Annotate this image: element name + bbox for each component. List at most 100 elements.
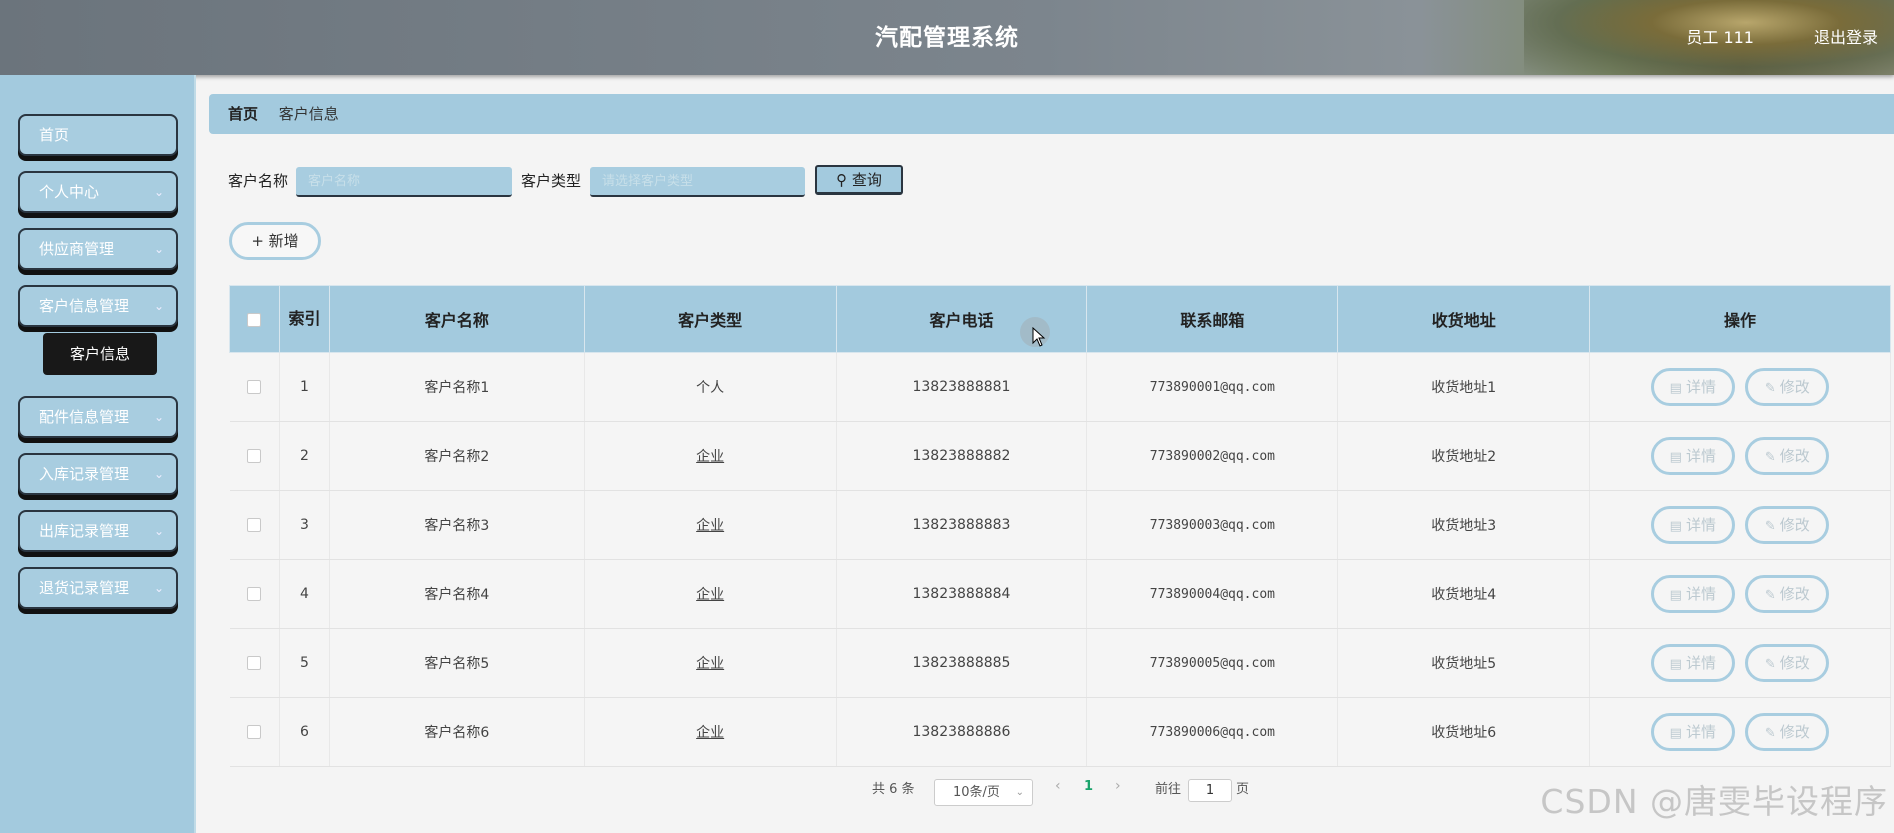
page-number[interactable]: 1 bbox=[1084, 779, 1093, 794]
address-cell: 收货地址1 bbox=[1337, 352, 1591, 422]
breadcrumb-current: 客户信息 bbox=[278, 105, 339, 123]
document-icon: ▤ bbox=[1669, 657, 1682, 672]
customer-type-cell: 企业 bbox=[584, 421, 837, 491]
row-checkbox[interactable] bbox=[247, 449, 262, 463]
address-cell: 收货地址5 bbox=[1337, 628, 1591, 698]
actions-cell: ▤ 详情 ✎ 修改 bbox=[1589, 697, 1891, 767]
customer-type-cell: 企业 bbox=[584, 628, 837, 698]
add-button-label: 新增 bbox=[268, 232, 299, 250]
detail-label: 详情 bbox=[1685, 378, 1716, 396]
chevron-down-icon: ⌄ bbox=[153, 242, 164, 256]
detail-label: 详情 bbox=[1685, 654, 1716, 672]
customer-name-cell: 客户名称2 bbox=[329, 421, 585, 491]
detail-button[interactable]: ▤ 详情 bbox=[1650, 437, 1735, 475]
row-select-cell bbox=[229, 697, 280, 767]
detail-label: 详情 bbox=[1685, 723, 1716, 741]
edit-label: 修改 bbox=[1779, 447, 1810, 465]
customer-name-cell: 客户名称4 bbox=[329, 559, 585, 629]
index-cell: 2 bbox=[279, 421, 330, 491]
edit-icon: ✎ bbox=[1764, 657, 1776, 672]
sidebar-item-returns[interactable]: 退货记录管理 ⌄ bbox=[18, 567, 178, 609]
select-all-cell bbox=[229, 285, 280, 353]
customer-name-label: 客户名称 bbox=[228, 172, 289, 190]
customer-name-cell: 客户名称1 bbox=[329, 352, 585, 422]
customer-type-cell: 企业 bbox=[584, 559, 837, 629]
email-cell: 773890004@qq.com bbox=[1086, 559, 1339, 629]
logout-link[interactable]: 退出登录 bbox=[1814, 24, 1878, 48]
next-page-icon[interactable]: › bbox=[1115, 778, 1121, 794]
row-checkbox[interactable] bbox=[247, 725, 262, 739]
detail-label: 详情 bbox=[1685, 585, 1716, 603]
customer-name-cell: 客户名称3 bbox=[329, 490, 585, 560]
chevron-down-icon: ⌄ bbox=[153, 524, 164, 538]
address-cell: 收货地址6 bbox=[1337, 697, 1591, 767]
edit-icon: ✎ bbox=[1764, 450, 1776, 465]
search-button[interactable]: ⚲ 查询 bbox=[815, 165, 903, 195]
row-checkbox[interactable] bbox=[247, 518, 262, 532]
sidebar-item-label: 配件信息管理 bbox=[39, 408, 130, 426]
customer-type-select[interactable] bbox=[590, 167, 805, 197]
detail-button[interactable]: ▤ 详情 bbox=[1650, 368, 1735, 406]
sidebar-subitem-customer-info[interactable]: 客户信息 bbox=[43, 333, 157, 375]
sidebar-item-home[interactable]: 首页 bbox=[18, 114, 178, 156]
edit-button[interactable]: ✎ 修改 bbox=[1745, 575, 1830, 613]
detail-button[interactable]: ▤ 详情 bbox=[1650, 713, 1735, 751]
sidebar-item-customer[interactable]: 客户信息管理 ⌄ bbox=[18, 285, 178, 327]
row-select-cell bbox=[229, 628, 280, 698]
chevron-down-icon: ⌄ bbox=[153, 410, 164, 424]
select-all-checkbox[interactable] bbox=[247, 313, 262, 327]
customer-phone-cell: 13823888885 bbox=[836, 628, 1088, 698]
actions-cell: ▤ 详情 ✎ 修改 bbox=[1589, 628, 1891, 698]
chevron-down-icon: ⌄ bbox=[1015, 787, 1024, 798]
sidebar-item-label: 客户信息管理 bbox=[39, 297, 130, 315]
sidebar-item-inbound[interactable]: 入库记录管理 ⌄ bbox=[18, 453, 178, 495]
column-header: 客户类型 bbox=[583, 285, 837, 353]
row-checkbox[interactable] bbox=[247, 656, 262, 670]
table-row: 5 客户名称5 企业 13823888885 773890005@qq.com … bbox=[229, 628, 1891, 698]
detail-button[interactable]: ▤ 详情 bbox=[1650, 644, 1735, 682]
sidebar-item-parts[interactable]: 配件信息管理 ⌄ bbox=[18, 396, 178, 438]
breadcrumb-home[interactable]: 首页 bbox=[228, 105, 258, 123]
search-button-label: 查询 bbox=[851, 171, 882, 189]
actions-cell: ▤ 详情 ✎ 修改 bbox=[1589, 490, 1891, 560]
edit-label: 修改 bbox=[1779, 516, 1810, 534]
edit-icon: ✎ bbox=[1764, 381, 1776, 396]
row-checkbox[interactable] bbox=[247, 587, 262, 601]
email-cell: 773890006@qq.com bbox=[1086, 697, 1339, 767]
row-select-cell bbox=[229, 421, 280, 491]
chevron-down-icon: ⌄ bbox=[153, 581, 164, 595]
edit-icon: ✎ bbox=[1764, 588, 1776, 603]
edit-label: 修改 bbox=[1779, 585, 1810, 603]
prev-page-icon[interactable]: ‹ bbox=[1055, 778, 1061, 794]
actions-cell: ▤ 详情 ✎ 修改 bbox=[1589, 559, 1891, 629]
sidebar-item-personal-center[interactable]: 个人中心 ⌄ bbox=[18, 171, 178, 213]
edit-button[interactable]: ✎ 修改 bbox=[1745, 644, 1830, 682]
detail-button[interactable]: ▤ 详情 bbox=[1650, 575, 1735, 613]
goto-page-input[interactable] bbox=[1188, 779, 1232, 802]
column-header: 操作 bbox=[1589, 285, 1891, 353]
customer-type-label: 客户类型 bbox=[521, 172, 582, 190]
sidebar-item-label: 首页 bbox=[39, 126, 70, 144]
index-cell: 1 bbox=[279, 352, 330, 422]
customer-name-input[interactable] bbox=[296, 167, 512, 197]
edit-button[interactable]: ✎ 修改 bbox=[1745, 506, 1830, 544]
mouse-cursor-icon bbox=[1032, 327, 1046, 347]
page-size-select[interactable]: 10条/页 ⌄ bbox=[934, 779, 1033, 806]
add-button[interactable]: + 新增 bbox=[229, 222, 321, 260]
email-cell: 773890001@qq.com bbox=[1086, 352, 1339, 422]
edit-button[interactable]: ✎ 修改 bbox=[1745, 437, 1830, 475]
edit-label: 修改 bbox=[1779, 723, 1810, 741]
table-header-row: 索引 客户名称 客户类型 客户电话 联系邮箱 收货地址 操作 bbox=[229, 285, 1891, 353]
customer-type-cell: 个人 bbox=[584, 352, 837, 422]
sidebar-item-outbound[interactable]: 出库记录管理 ⌄ bbox=[18, 510, 178, 552]
sidebar-item-supplier[interactable]: 供应商管理 ⌄ bbox=[18, 228, 178, 270]
address-cell: 收货地址2 bbox=[1337, 421, 1591, 491]
column-header: 索引 bbox=[278, 285, 330, 353]
row-checkbox[interactable] bbox=[247, 380, 262, 394]
row-select-cell bbox=[229, 490, 280, 560]
detail-button[interactable]: ▤ 详情 bbox=[1650, 506, 1735, 544]
plus-icon: + bbox=[251, 232, 264, 250]
edit-button[interactable]: ✎ 修改 bbox=[1745, 713, 1830, 751]
edit-button[interactable]: ✎ 修改 bbox=[1745, 368, 1830, 406]
column-header: 收货地址 bbox=[1337, 285, 1591, 353]
